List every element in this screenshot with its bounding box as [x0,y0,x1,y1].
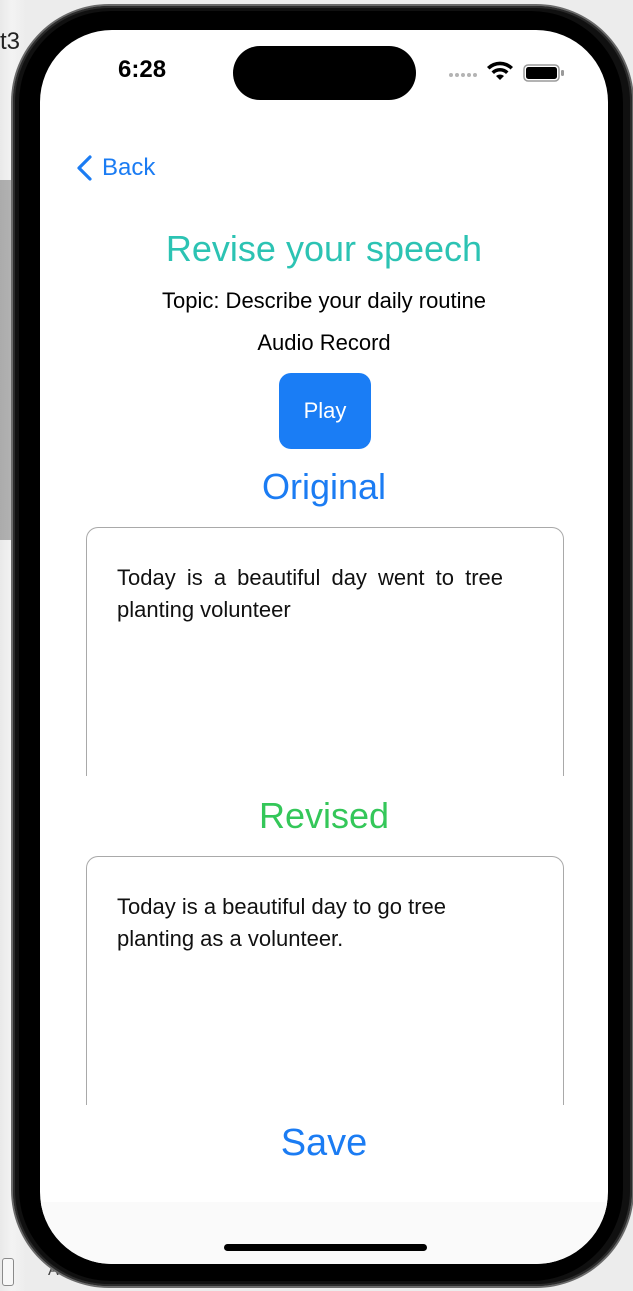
revised-text-box[interactable]: Today is a beautiful day to go tree plan… [86,856,564,1105]
wifi-icon [487,61,513,80]
battery-icon [523,64,564,82]
audio-record-label: Audio Record [257,330,391,355]
host-sidebar-strip [0,180,12,540]
save-button[interactable]: Save [40,1122,608,1165]
original-text-box[interactable]: Today is a beautiful day went to tree pl… [86,527,564,776]
signal-dots-icon [449,72,477,78]
chevron-left-icon [77,155,92,181]
back-button[interactable]: Back [74,154,155,182]
status-time: 6:28 [118,56,167,83]
host-handle [2,1258,14,1286]
back-button-label: Back [102,154,156,181]
bottom-area [40,1202,608,1264]
play-button[interactable]: Play [279,373,371,449]
topic-text: Topic: Describe your daily routine [161,288,487,313]
host-edge-text: t3 [0,28,21,55]
original-text: Today is a beautiful day went to tree pl… [117,565,503,622]
dynamic-island [233,46,416,100]
original-heading: Original [261,466,387,507]
page-title: Revise your speech [165,228,483,269]
revised-text: Today is a beautiful day to go tree plan… [117,894,446,951]
home-indicator[interactable] [224,1244,427,1251]
revised-heading: Revised [258,795,390,836]
app-screen: 6:28 Back Revise your speech Topic: Desc… [40,30,608,1264]
